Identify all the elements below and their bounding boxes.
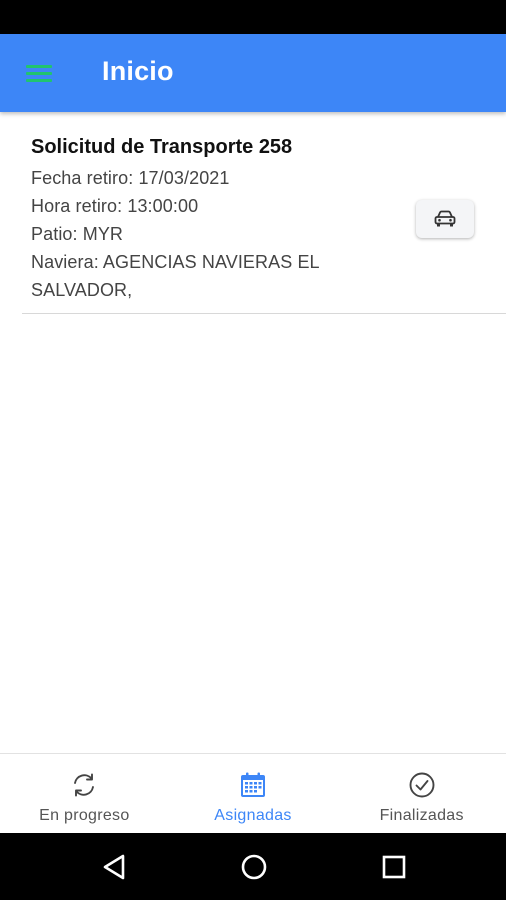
transport-request-card[interactable]: Solicitud de Transporte 258 Fecha retiro… — [22, 118, 506, 314]
calendar-icon — [241, 772, 265, 797]
shipping-line-continued: SALVADOR, — [31, 280, 133, 300]
car-icon — [434, 210, 456, 227]
system-navigation-bar — [0, 833, 506, 900]
yard: Patio: MYR — [31, 224, 124, 244]
shipping-line: Naviera: AGENCIAS NAVIERAS EL — [31, 252, 320, 272]
bottom-navigation: En progreso Asignadas Finalizadas — [0, 753, 506, 833]
status-bar — [0, 0, 506, 34]
hamburger-menu-icon[interactable] — [22, 60, 58, 88]
nav-item-finalizadas[interactable]: Finalizadas — [337, 754, 506, 833]
pickup-date: Fecha retiro: 17/03/2021 — [31, 168, 230, 188]
back-icon[interactable] — [99, 851, 131, 883]
request-title: Solicitud de Transporte 258 — [31, 136, 293, 158]
page-title: Inicio — [102, 56, 174, 86]
nav-item-asignadas[interactable]: Asignadas — [169, 754, 338, 833]
app-bar: Inicio — [0, 34, 506, 112]
refresh-icon — [74, 773, 95, 797]
recent-apps-icon[interactable] — [378, 851, 410, 883]
check-circle-icon — [409, 772, 435, 798]
nav-item-en-progreso[interactable]: En progreso — [0, 754, 169, 833]
nav-label: Finalizadas — [379, 807, 464, 824]
nav-label: Asignadas — [214, 807, 292, 824]
nav-label: En progreso — [39, 807, 130, 824]
assign-vehicle-button[interactable] — [416, 200, 474, 238]
home-icon[interactable] — [238, 851, 270, 883]
pickup-time: Hora retiro: 13:00:00 — [31, 196, 199, 216]
